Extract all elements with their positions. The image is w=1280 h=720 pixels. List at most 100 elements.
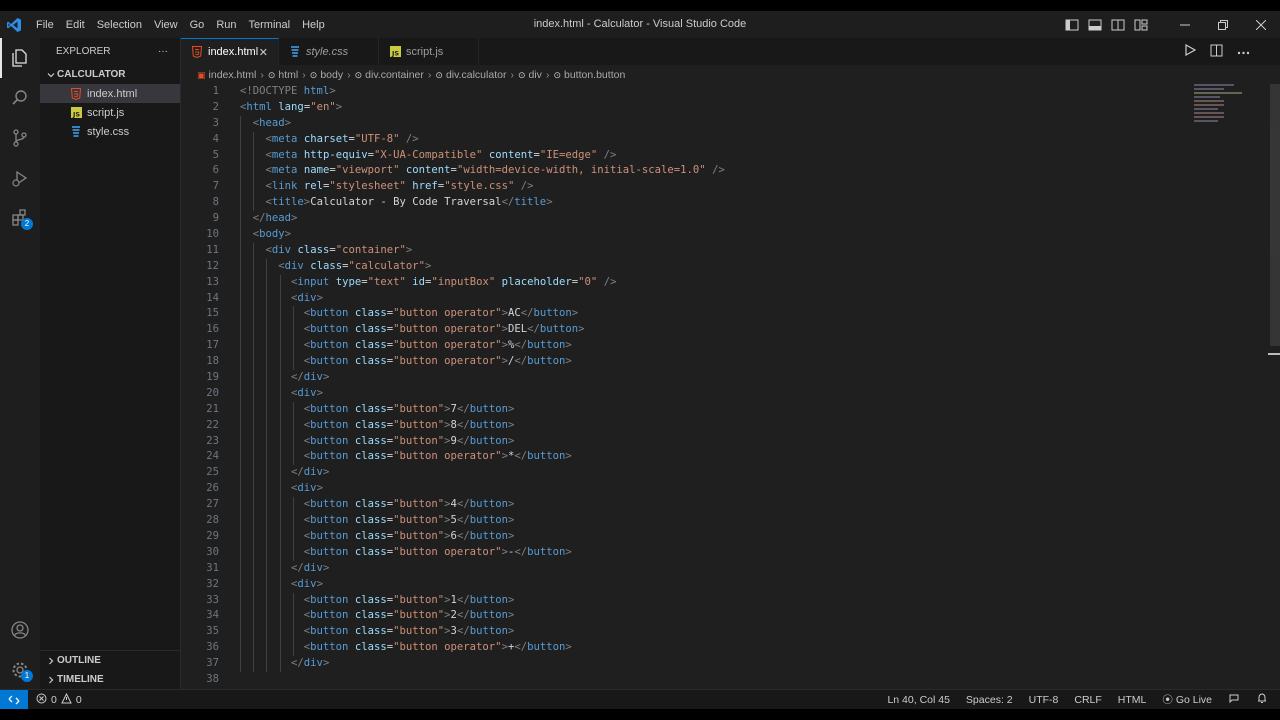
code-line[interactable]: 5 <meta http-equiv="X-UA-Compatible" con… — [181, 147, 1280, 164]
breadcrumb-item[interactable]: ⊙ div — [518, 69, 542, 81]
code-line[interactable]: 34 <button class="button">2</button> — [181, 608, 1280, 625]
file-index-html[interactable]: index.html — [40, 84, 180, 103]
code-line[interactable]: 26 <div> — [181, 481, 1280, 498]
explorer-icon[interactable] — [0, 38, 40, 78]
menu-selection[interactable]: Selection — [91, 19, 148, 31]
tab-index-html[interactable]: index.html ✕ — [181, 38, 279, 65]
end-of-line[interactable]: CRLF — [1074, 694, 1101, 706]
menu-file[interactable]: File — [30, 19, 60, 31]
menu-terminal[interactable]: Terminal — [243, 19, 297, 31]
go-live-button[interactable]: ⦿ Go Live — [1162, 692, 1212, 707]
accounts-icon[interactable] — [0, 610, 40, 650]
status-bar: 0 0 Ln 40, Col 45 Spaces: 2 UTF-8 CRLF H… — [0, 689, 1280, 710]
outline-section[interactable]: OUTLINE — [40, 651, 180, 670]
toggle-primary-sidebar-icon[interactable] — [1065, 18, 1079, 32]
language-mode[interactable]: HTML — [1118, 694, 1147, 706]
tab-script-js[interactable]: JS script.js — [379, 38, 479, 65]
manage-gear-icon[interactable]: 1 — [0, 650, 40, 690]
project-folder[interactable]: CALCULATOR — [40, 65, 180, 84]
more-actions-icon[interactable] — [1237, 46, 1250, 58]
restore-button[interactable] — [1204, 11, 1242, 38]
code-line[interactable]: 22 <button class="button">8</button> — [181, 417, 1280, 434]
code-line[interactable]: 15 <button class="button operator">AC</b… — [181, 306, 1280, 323]
menu-edit[interactable]: Edit — [60, 19, 91, 31]
timeline-section[interactable]: TIMELINE — [40, 670, 180, 689]
code-line[interactable]: 6 <meta name="viewport" content="width=d… — [181, 163, 1280, 180]
code-line[interactable]: 14 <div> — [181, 290, 1280, 307]
code-line[interactable]: 8 <title>Calculator - By Code Traversal<… — [181, 195, 1280, 212]
code-line[interactable]: 25 </div> — [181, 465, 1280, 482]
vertical-scrollbar[interactable] — [1268, 84, 1280, 689]
explorer-more-actions[interactable]: ··· — [158, 46, 168, 57]
encoding[interactable]: UTF-8 — [1029, 694, 1059, 706]
code-line[interactable]: 18 <button class="button operator">/</bu… — [181, 354, 1280, 371]
indentation[interactable]: Spaces: 2 — [966, 694, 1013, 706]
code-line[interactable]: 17 <button class="button operator">%</bu… — [181, 338, 1280, 355]
code-line[interactable]: 28 <button class="button">5</button> — [181, 513, 1280, 529]
file-style-css[interactable]: style.css — [40, 122, 180, 141]
breadcrumb-item[interactable]: ⊙ div.calculator — [435, 69, 506, 81]
code-line[interactable]: 30 <button class="button operator">-</bu… — [181, 544, 1280, 561]
menu-run[interactable]: Run — [210, 19, 242, 31]
tab-style-css[interactable]: style.css — [279, 38, 379, 65]
code-line[interactable]: 23 <button class="button">9</button> — [181, 433, 1280, 450]
code-line[interactable]: 29 <button class="button">6</button> — [181, 528, 1280, 545]
scrollbar-thumb[interactable] — [1270, 84, 1280, 346]
code-line[interactable]: 31 </div> — [181, 560, 1280, 577]
code-editor[interactable]: 1 <!DOCTYPE html> 2 <html lang="en"> 3 <head… — [181, 84, 1280, 689]
code-line[interactable]: 7 <link rel="stylesheet" href="style.css… — [181, 179, 1280, 196]
menu-view[interactable]: View — [148, 19, 184, 31]
outline-label: OUTLINE — [57, 655, 101, 666]
toggle-secondary-sidebar-icon[interactable] — [1111, 18, 1125, 32]
problems-indicator[interactable]: 0 0 — [28, 692, 82, 707]
menu-help[interactable]: Help — [296, 19, 331, 31]
html-file-icon — [191, 46, 203, 58]
code-line[interactable]: 4 <meta charset="UTF-8" /> — [181, 131, 1280, 148]
code-line[interactable]: 10 <body> — [181, 227, 1280, 243]
menu-go[interactable]: Go — [184, 19, 211, 31]
code-line[interactable]: 36 <button class="button operator">+</bu… — [181, 640, 1280, 657]
code-line[interactable]: 24 <button class="button operator">*</bu… — [181, 449, 1280, 466]
minimap[interactable] — [1194, 84, 1250, 154]
code-line[interactable]: 32 <div> — [181, 576, 1280, 593]
code-line[interactable]: 2 <html lang="en"> — [181, 100, 1280, 116]
remote-indicator-icon[interactable] — [0, 689, 28, 710]
minimize-button[interactable] — [1166, 11, 1204, 38]
code-line[interactable]: 13 <input type="text" id="inputBox" plac… — [181, 274, 1280, 291]
run-debug-icon[interactable] — [0, 158, 40, 198]
search-icon[interactable] — [0, 78, 40, 118]
breadcrumb-item[interactable]: ⊙ html — [268, 69, 298, 81]
code-line[interactable]: 9 </head> — [181, 211, 1280, 228]
code-line[interactable]: 1 <!DOCTYPE html> — [181, 84, 1280, 100]
code-line[interactable]: 12 <div class="calculator"> — [181, 258, 1280, 275]
code-line[interactable]: 35 <button class="button">3</button> — [181, 624, 1280, 641]
run-icon[interactable] — [1184, 43, 1197, 59]
feedback-icon[interactable] — [1228, 692, 1240, 707]
breadcrumb-item[interactable]: ⊙ div.container — [355, 69, 424, 81]
code-line[interactable]: 16 <button class="button operator">DEL</… — [181, 322, 1280, 339]
code-line[interactable]: 37 </div> — [181, 656, 1280, 672]
extensions-icon[interactable]: 2 — [0, 198, 40, 238]
breadcrumb-item[interactable]: ▣ index.html — [197, 69, 256, 81]
file-script-js[interactable]: JS script.js — [40, 103, 180, 122]
code-line[interactable]: 3 <head> — [181, 115, 1280, 132]
toggle-panel-icon[interactable] — [1088, 18, 1102, 32]
split-editor-icon[interactable] — [1210, 44, 1223, 60]
notifications-bell-icon[interactable] — [1256, 692, 1268, 707]
customize-layout-icon[interactable] — [1134, 18, 1148, 32]
cursor-position[interactable]: Ln 40, Col 45 — [887, 694, 949, 706]
code-line[interactable]: 33 <button class="button">1</button> — [181, 592, 1280, 609]
code-line[interactable]: 38 — [181, 672, 1280, 688]
code-line[interactable]: 11 <div class="container"> — [181, 242, 1280, 259]
code-line[interactable]: 21 <button class="button">7</button> — [181, 401, 1280, 418]
close-window-button[interactable] — [1242, 11, 1280, 38]
code-line[interactable]: 20 <div> — [181, 385, 1280, 402]
breadcrumb-item[interactable]: ⊙ button.button — [553, 69, 625, 81]
line-number: 29 — [206, 529, 219, 542]
close-tab-icon[interactable]: ✕ — [259, 46, 268, 59]
source-control-icon[interactable] — [0, 118, 40, 158]
explorer-sidebar: EXPLORER ··· CALCULATOR index.html JS sc… — [40, 38, 181, 689]
code-line[interactable]: 19 </div> — [181, 370, 1280, 386]
breadcrumb-item[interactable]: ⊙ body — [310, 69, 343, 81]
code-line[interactable]: 27 <button class="button">4</button> — [181, 497, 1280, 514]
